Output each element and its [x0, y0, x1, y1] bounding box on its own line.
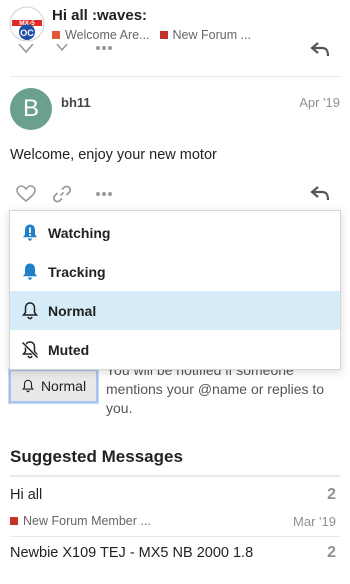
menu-option-label: Muted — [48, 342, 90, 358]
avatar[interactable]: B — [10, 88, 52, 130]
menu-option-label: Tracking — [48, 264, 106, 280]
svg-text:MX-5: MX-5 — [19, 20, 35, 27]
suggested-heading: Suggested Messages — [10, 447, 183, 466]
bell-outline-icon — [21, 302, 39, 320]
like-icon[interactable] — [16, 185, 36, 203]
menu-option-watching[interactable]: Watching — [10, 213, 340, 252]
menu-option-normal[interactable]: Normal — [10, 291, 340, 330]
list-divider — [10, 536, 340, 537]
menu-option-label: Watching — [48, 225, 111, 241]
reply-count: 2 — [327, 486, 336, 503]
menu-option-muted[interactable]: Muted — [10, 330, 340, 369]
site-logo[interactable]: MX-5 OC — [9, 6, 45, 42]
suggested-topic-date: Mar '19 — [293, 514, 336, 529]
bell-slash-icon — [21, 341, 39, 359]
menu-option-label: Normal — [48, 303, 97, 319]
reply-icon[interactable] — [310, 41, 330, 57]
category-color-badge — [10, 517, 18, 525]
notification-level-button[interactable]: Normal — [9, 369, 98, 403]
notification-level-label: Normal — [40, 378, 87, 394]
category-color-badge — [159, 31, 168, 39]
topic-title[interactable]: Hi all :waves: — [52, 7, 147, 24]
previous-post-actions — [0, 40, 350, 62]
menu-option-tracking[interactable]: Tracking — [10, 252, 340, 291]
post-divider — [10, 76, 340, 77]
bell-outline-icon — [21, 379, 34, 393]
post-body: Welcome, enjoy your new motor — [10, 147, 217, 163]
post-date[interactable]: Apr '19 — [299, 95, 340, 110]
reply-icon[interactable] — [310, 185, 330, 201]
category-label: New Forum Member ... — [23, 514, 151, 528]
post-username[interactable]: bh11 — [61, 95, 91, 110]
notification-level-menu: Watching Tracking Normal Muted — [9, 210, 341, 370]
reply-count: 2 — [327, 544, 336, 561]
suggested-topic-category[interactable]: New Forum Member ... — [10, 514, 151, 528]
svg-text:OC: OC — [20, 28, 34, 38]
bell-alert-icon — [23, 224, 37, 241]
link-icon[interactable] — [53, 185, 71, 203]
suggested-topic-title[interactable]: Hi all — [10, 486, 42, 505]
suggested-topic-title[interactable]: Newbie X109 TEJ - MX5 NB 2000 1.8 — [10, 544, 290, 563]
bell-icon — [23, 263, 37, 280]
suggested-divider — [10, 475, 340, 477]
more-options-icon[interactable] — [95, 45, 113, 51]
more-options-icon[interactable] — [95, 191, 113, 197]
category-color-badge — [52, 31, 60, 39]
link-icon[interactable] — [54, 44, 70, 54]
like-icon[interactable] — [17, 44, 35, 54]
